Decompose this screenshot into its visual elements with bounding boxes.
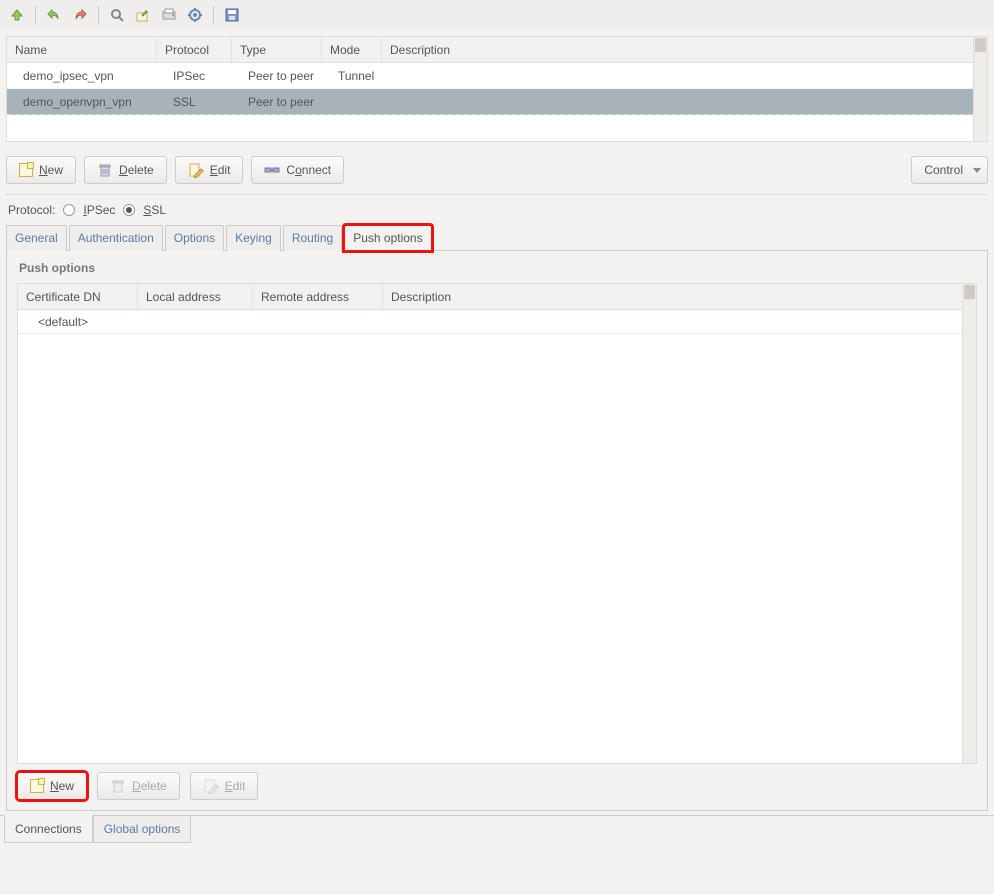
header-description[interactable]: Description (382, 38, 987, 62)
toolbar-separator (35, 6, 36, 24)
table-row[interactable]: <default> (18, 310, 962, 334)
tab-global-options[interactable]: Global options (93, 816, 192, 843)
push-options-title: Push options (19, 261, 977, 275)
cell-name: demo_ipsec_vpn (7, 64, 157, 88)
push-edit-button[interactable]: Edit (190, 772, 259, 800)
push-options-panel: Push options Certificate DN Local addres… (6, 251, 988, 811)
delete-button[interactable]: Delete (84, 156, 167, 184)
button-label: Edit (225, 779, 246, 793)
button-label: New (50, 779, 74, 793)
tab-authentication[interactable]: Authentication (69, 225, 163, 251)
table-header: Name Protocol Type Mode Description (7, 37, 987, 63)
tab-routing[interactable]: Routing (283, 225, 342, 251)
cell-protocol: SSL (157, 90, 232, 114)
button-label: Edit (210, 163, 231, 177)
connect-button[interactable]: Connect (251, 156, 344, 184)
connect-icon (264, 162, 280, 178)
radio-ssl[interactable] (123, 204, 135, 216)
header-protocol[interactable]: Protocol (157, 38, 232, 62)
toolbar-separator (98, 6, 99, 24)
connections-table-panel: Name Protocol Type Mode Description demo… (6, 36, 988, 142)
push-button-bar: New Delete Edit (17, 772, 977, 810)
scroll-up-icon[interactable] (975, 38, 986, 52)
button-label: Delete (132, 779, 167, 793)
scroll-up-icon[interactable] (964, 285, 975, 299)
edit-icon (188, 162, 204, 178)
trash-icon (97, 162, 113, 178)
push-options-table: Certificate DN Local address Remote addr… (18, 284, 962, 763)
header-name[interactable]: Name (7, 38, 157, 62)
cell-protocol: IPSec (157, 64, 232, 88)
table-row[interactable]: demo_openvpn_vpn SSL Peer to peer (7, 89, 987, 115)
button-label: Connect (286, 163, 331, 177)
table-body: demo_ipsec_vpn IPSec Peer to peer Tunnel… (7, 63, 987, 141)
cell-name: demo_openvpn_vpn (7, 90, 157, 114)
export-icon[interactable] (132, 4, 154, 26)
redo-icon[interactable] (69, 4, 91, 26)
control-button[interactable]: Control (911, 156, 988, 184)
connections-button-bar: New Delete Edit Connect Control (0, 148, 994, 192)
cell-local-address (138, 310, 253, 333)
cell-type: Peer to peer (232, 90, 322, 114)
detail-tabs: General Authentication Options Keying Ro… (6, 225, 988, 251)
cell-description (382, 71, 987, 81)
tab-options[interactable]: Options (165, 225, 224, 251)
tab-general[interactable]: General (6, 225, 67, 251)
push-table-body: <default> (18, 310, 962, 763)
tab-keying[interactable]: Keying (226, 225, 281, 251)
toolbar-separator (213, 6, 214, 24)
connections-table: Name Protocol Type Mode Description demo… (7, 37, 987, 141)
push-options-table-wrap: Certificate DN Local address Remote addr… (17, 283, 977, 764)
header-mode[interactable]: Mode (322, 38, 382, 62)
cell-mode (322, 97, 382, 107)
new-icon (19, 163, 33, 177)
chevron-down-icon (973, 168, 981, 173)
new-icon (30, 779, 44, 793)
find-icon[interactable] (106, 4, 128, 26)
cell-mode: Tunnel (322, 64, 382, 88)
vertical-scrollbar[interactable] (973, 37, 987, 141)
protocol-selector: Protocol: IPSec SSL (0, 201, 994, 225)
table-row[interactable]: demo_ipsec_vpn IPSec Peer to peer Tunnel (7, 63, 987, 89)
edit-button[interactable]: Edit (175, 156, 244, 184)
print-icon[interactable] (158, 4, 180, 26)
cell-type: Peer to peer (232, 64, 322, 88)
cell-description (382, 97, 987, 107)
tab-connections[interactable]: Connections (4, 815, 93, 843)
header-local-address[interactable]: Local address (138, 285, 253, 309)
radio-ipsec[interactable] (63, 204, 75, 216)
push-delete-button[interactable]: Delete (97, 772, 180, 800)
separator (6, 194, 988, 195)
cell-description (383, 310, 962, 333)
button-label: New (39, 163, 63, 177)
bottom-tabs: Connections Global options (0, 815, 994, 843)
header-type[interactable]: Type (232, 38, 322, 62)
radio-ipsec-label[interactable]: IPSec (83, 203, 115, 217)
trash-icon (110, 778, 126, 794)
edit-icon (203, 778, 219, 794)
header-description[interactable]: Description (383, 285, 962, 309)
new-button[interactable]: New (6, 156, 76, 184)
push-table-header: Certificate DN Local address Remote addr… (18, 284, 962, 310)
cell-cert-dn: <default> (18, 310, 138, 333)
save-icon[interactable] (221, 4, 243, 26)
cell-remote-address (253, 310, 383, 333)
tab-push-options[interactable]: Push options (344, 225, 431, 251)
undo-icon[interactable] (43, 4, 65, 26)
vertical-scrollbar[interactable] (962, 284, 976, 763)
radio-ssl-label[interactable]: SSL (143, 203, 166, 217)
push-new-button[interactable]: New (17, 772, 87, 800)
up-icon[interactable] (6, 4, 28, 26)
button-label: Delete (119, 163, 154, 177)
header-cert-dn[interactable]: Certificate DN (18, 285, 138, 309)
button-label: Control (924, 163, 963, 177)
protocol-label: Protocol: (8, 203, 55, 217)
settings-icon[interactable] (184, 4, 206, 26)
main-toolbar (0, 0, 994, 30)
header-remote-address[interactable]: Remote address (253, 285, 383, 309)
